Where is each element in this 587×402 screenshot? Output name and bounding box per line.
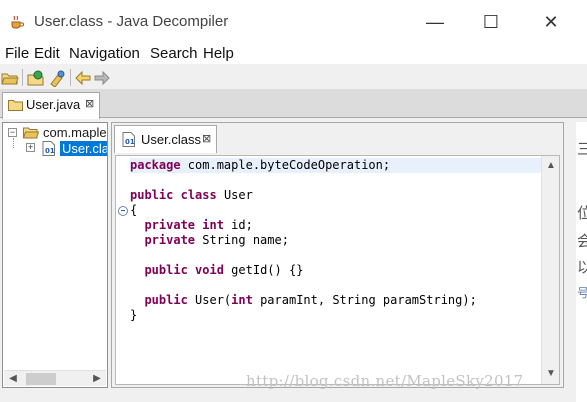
menu-file[interactable]: File bbox=[5, 45, 29, 62]
maximize-button[interactable]: ☐ bbox=[479, 10, 503, 34]
background-text: 号 bbox=[577, 286, 587, 300]
tree-horizontal-scrollbar[interactable]: ◀ ▶ bbox=[4, 370, 106, 386]
source-code-view[interactable]: package com.maple.byteCodeOperation; pub… bbox=[115, 155, 560, 385]
class-file-icon: 01 bbox=[42, 141, 55, 156]
background-text: 以 bbox=[577, 259, 587, 276]
tree-expand-icon[interactable]: + bbox=[26, 143, 35, 152]
java-decompiler-window: User.class - Java Decompiler — ☐ ✕ File … bbox=[0, 0, 587, 402]
watermark-url: http://blog.csdn.net/MapleSky2017 bbox=[246, 372, 524, 390]
title-bar[interactable]: User.class - Java Decompiler — ☐ ✕ bbox=[0, 0, 587, 44]
tree-collapse-icon[interactable]: − bbox=[8, 128, 17, 137]
open-type-icon[interactable] bbox=[27, 69, 45, 87]
class-view-pane: 01 User.class ⊠ package com.maple.byteCo… bbox=[111, 122, 564, 388]
tree-item-package[interactable]: com.maple bbox=[43, 125, 107, 140]
toolbar bbox=[0, 66, 587, 90]
forward-icon[interactable] bbox=[93, 69, 111, 87]
background-text: 位 bbox=[577, 205, 587, 222]
scroll-up-icon[interactable]: ▲ bbox=[544, 159, 558, 173]
tree-connector bbox=[13, 138, 14, 148]
folder-icon bbox=[8, 100, 23, 111]
background-text: 三 bbox=[577, 141, 587, 158]
package-tree[interactable]: − com.maple + 01 User.class ◀ ▶ bbox=[2, 122, 108, 388]
code-line: package com.maple.byteCodeOperation; bbox=[130, 158, 541, 173]
code-line: private String name; bbox=[144, 233, 289, 247]
scroll-down-icon[interactable]: ▼ bbox=[544, 367, 558, 381]
code-line: private int id; bbox=[144, 218, 253, 232]
class-file-icon: 01 bbox=[122, 132, 135, 147]
scroll-thumb[interactable] bbox=[26, 373, 56, 385]
tab-user-class[interactable]: 01 User.class ⊠ bbox=[114, 125, 217, 153]
minimize-button[interactable]: — bbox=[423, 10, 447, 34]
menu-search[interactable]: Search bbox=[150, 45, 198, 62]
scroll-left-icon[interactable]: ◀ bbox=[6, 372, 20, 386]
back-icon[interactable] bbox=[74, 69, 92, 87]
code-gutter bbox=[116, 156, 130, 384]
tab-label: User.java bbox=[26, 97, 81, 112]
tab-user-java[interactable]: User.java ⊠ bbox=[2, 92, 100, 119]
search-type-icon[interactable] bbox=[48, 69, 66, 87]
open-folder-icon bbox=[23, 127, 39, 139]
svg-text:01: 01 bbox=[45, 147, 55, 155]
background-text: 会 bbox=[577, 233, 587, 250]
menu-bar: File Edit Navigation Search Help bbox=[0, 44, 587, 64]
coffee-cup-icon bbox=[11, 15, 24, 29]
code-line: public class User bbox=[130, 188, 253, 202]
menu-edit[interactable]: Edit bbox=[34, 45, 60, 62]
menu-help[interactable]: Help bbox=[203, 45, 234, 62]
toolbar-separator bbox=[70, 69, 71, 86]
code-line: } bbox=[130, 308, 138, 322]
tree-item-class[interactable]: User.class bbox=[60, 141, 107, 156]
toolbar-separator bbox=[22, 69, 23, 86]
menu-navigation[interactable]: Navigation bbox=[69, 45, 140, 62]
editor-tab-strip: User.java ⊠ bbox=[0, 90, 587, 119]
code-vertical-scrollbar[interactable]: ▲ ▼ bbox=[541, 156, 559, 384]
code-line: public void getId() {} bbox=[144, 263, 304, 277]
tab-label: User.class bbox=[141, 132, 201, 147]
window-title: User.class - Java Decompiler bbox=[34, 13, 229, 30]
close-button[interactable]: ✕ bbox=[539, 10, 563, 34]
scroll-right-icon[interactable]: ▶ bbox=[90, 372, 104, 386]
code-line: public User(int paramInt, String paramSt… bbox=[144, 293, 477, 307]
tab-close-icon[interactable]: ⊠ bbox=[202, 132, 211, 145]
tab-close-icon[interactable]: ⊠ bbox=[85, 97, 94, 110]
svg-text:01: 01 bbox=[125, 138, 135, 146]
background-window-fragment: 三 位 会 以 号 bbox=[576, 122, 587, 402]
open-file-icon[interactable] bbox=[1, 69, 19, 87]
code-line: { bbox=[130, 203, 138, 217]
fold-collapse-icon[interactable] bbox=[118, 206, 128, 216]
